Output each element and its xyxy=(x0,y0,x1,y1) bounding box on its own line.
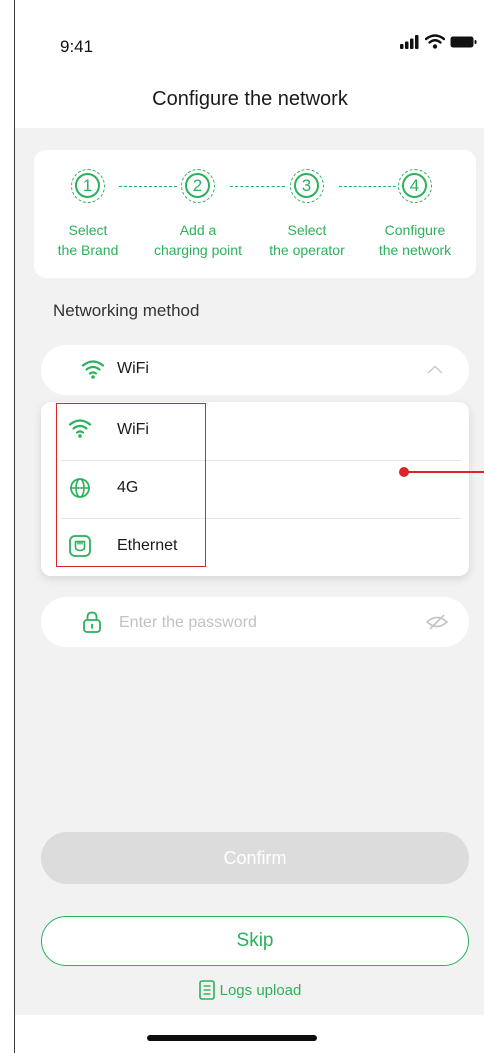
status-icons xyxy=(400,34,477,49)
phone-screen: 9:41 Configure the network 1 2 3 4 Selec… xyxy=(14,0,484,1053)
signal-icon xyxy=(400,34,419,49)
status-time: 9:41 xyxy=(60,37,94,56)
step-2-circle: 2 xyxy=(181,169,215,203)
annotation-box xyxy=(56,403,206,567)
home-indicator-area xyxy=(15,1015,484,1053)
step-4-label: Configure the network xyxy=(378,222,452,258)
network-method-select[interactable]: WiFi xyxy=(41,345,469,395)
logs-upload-link[interactable]: Logs upload xyxy=(15,980,484,1000)
step-connector xyxy=(339,186,396,187)
step-3-circle: 3 xyxy=(290,169,324,203)
confirm-button[interactable]: Confirm xyxy=(41,832,469,884)
step-2-label: Add a charging point xyxy=(154,222,242,258)
header: 9:41 Configure the network xyxy=(15,0,484,128)
password-input[interactable] xyxy=(117,610,411,636)
chevron-up-icon xyxy=(427,365,443,374)
selected-method: WiFi xyxy=(117,360,149,377)
step-connector xyxy=(230,186,285,187)
page-title: Configure the network xyxy=(152,88,348,110)
home-indicator xyxy=(147,1035,317,1041)
step-connector xyxy=(119,186,177,187)
password-field[interactable] xyxy=(41,597,469,647)
annotation-pointer-line xyxy=(404,471,484,473)
wifi-icon xyxy=(81,360,105,379)
step-1-circle: 1 xyxy=(71,169,105,203)
progress-steps: 1 2 3 4 Select the Brand Add a charging po… xyxy=(34,150,476,278)
step-3-label: Select the operator xyxy=(269,222,345,258)
wifi-status-icon xyxy=(425,34,445,49)
skip-button[interactable]: Skip xyxy=(41,916,469,966)
lock-icon xyxy=(83,611,101,633)
step-4-circle: 4 xyxy=(398,169,432,203)
battery-icon xyxy=(450,36,477,47)
eye-off-icon[interactable] xyxy=(425,612,449,632)
document-icon xyxy=(198,980,215,1000)
networking-method-label: Networking method xyxy=(53,301,200,320)
step-1-label: Select the Brand xyxy=(57,222,119,258)
logs-upload-label: Logs upload xyxy=(219,981,302,999)
